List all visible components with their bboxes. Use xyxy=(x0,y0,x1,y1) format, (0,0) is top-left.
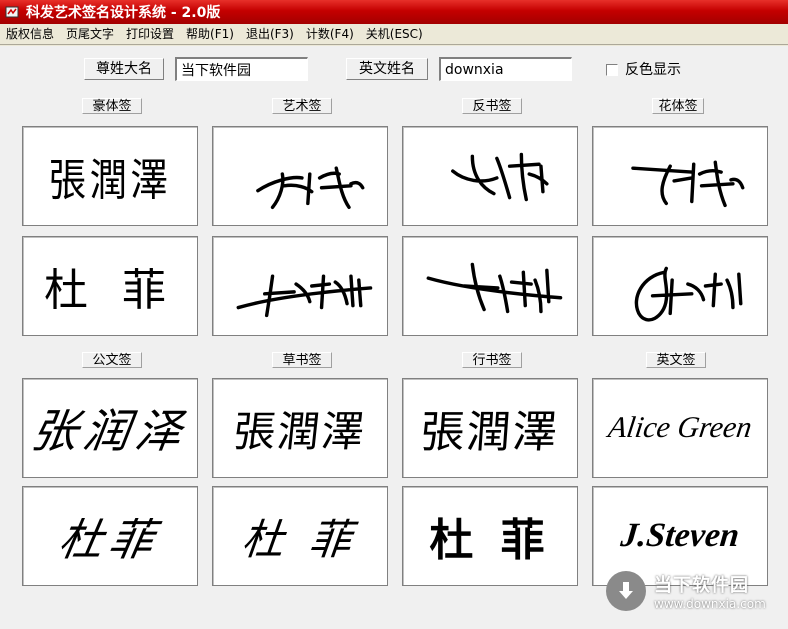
signature-yishu-2[interactable] xyxy=(212,236,388,336)
download-arrow-icon xyxy=(606,571,646,611)
chinese-name-label: 尊姓大名 xyxy=(84,58,164,80)
signature-fanshu-2[interactable] xyxy=(402,236,578,336)
menu-print-settings[interactable]: 打印设置 xyxy=(120,24,180,45)
signature-text: 張潤澤 xyxy=(418,407,561,458)
signature-text: 张润泽 xyxy=(27,404,192,458)
signature-text: 張潤澤 xyxy=(48,155,172,206)
category-label-huati: 花体签 xyxy=(652,98,704,114)
invert-color-label: 反色显示 xyxy=(625,62,681,78)
signature-stroke-image xyxy=(451,152,549,202)
signature-xingshu-1[interactable]: 張潤澤 xyxy=(402,378,578,478)
signature-huati-1[interactable] xyxy=(592,126,768,226)
signature-caoshu-1[interactable]: 張潤澤 xyxy=(212,378,388,478)
signature-huati-2[interactable] xyxy=(592,236,768,336)
menu-bar: 版权信息 页尾文字 打印设置 帮助(F1) 退出(F3) 计数(F4) 关机(E… xyxy=(0,24,788,45)
signature-text: 杜 菲 xyxy=(44,265,176,316)
category-label-gongwen: 公文签 xyxy=(82,352,142,368)
signature-stroke-image xyxy=(426,262,563,314)
menu-count[interactable]: 计数(F4) xyxy=(300,24,360,45)
watermark-title: 当下软件园 xyxy=(654,575,749,596)
signature-text: 杜菲 xyxy=(54,515,164,566)
signature-stroke-image xyxy=(634,266,743,322)
signature-text: 杜 菲 xyxy=(239,514,360,564)
signature-stroke-image xyxy=(256,166,365,210)
category-label-yishu: 艺术签 xyxy=(272,98,332,114)
signature-xingshu-2[interactable]: 杜 菲 xyxy=(402,486,578,586)
signature-haoti-1[interactable]: 張潤澤 xyxy=(22,126,198,226)
signature-text: 杜 菲 xyxy=(429,515,551,566)
menu-exit[interactable]: 退出(F3) xyxy=(240,24,300,45)
signature-stroke-image xyxy=(236,274,373,318)
signature-gongwen-2[interactable]: 杜菲 xyxy=(22,486,198,586)
invert-color-checkbox[interactable] xyxy=(606,64,618,76)
signature-stroke-image xyxy=(631,160,745,208)
title-bar[interactable]: 科发艺术签名设计系统 - 2.0版 xyxy=(0,0,788,24)
category-label-xingshu: 行书签 xyxy=(462,352,522,368)
signature-yingwen-1[interactable]: Alice Green xyxy=(592,378,768,478)
category-label-fanshu: 反书签 xyxy=(462,98,522,114)
signature-fanshu-1[interactable] xyxy=(402,126,578,226)
menu-footer-text[interactable]: 页尾文字 xyxy=(60,24,120,45)
signature-caoshu-2[interactable]: 杜 菲 xyxy=(212,486,388,586)
watermark-url: www.downxia.com xyxy=(654,597,766,611)
window-title: 科发艺术签名设计系统 - 2.0版 xyxy=(26,5,221,21)
menu-help[interactable]: 帮助(F1) xyxy=(180,24,240,45)
signature-text: 張潤澤 xyxy=(231,406,369,456)
category-label-yingwen: 英文签 xyxy=(646,352,706,368)
menu-shutdown[interactable]: 关机(ESC) xyxy=(360,24,429,45)
english-name-label: 英文姓名 xyxy=(346,58,428,80)
signature-gongwen-1[interactable]: 张润泽 xyxy=(22,378,198,478)
app-icon xyxy=(5,6,19,18)
chinese-name-input[interactable] xyxy=(175,57,308,81)
english-name-input[interactable] xyxy=(439,57,572,81)
signature-text: Alice Green xyxy=(606,411,754,444)
signature-haoti-2[interactable]: 杜 菲 xyxy=(22,236,198,336)
main-panel: 尊姓大名 英文姓名 反色显示 豪体签 艺术签 反书签 花体签 張潤澤 杜 菲 xyxy=(0,46,788,629)
category-label-haoti: 豪体签 xyxy=(82,98,142,114)
signature-yishu-1[interactable] xyxy=(212,126,388,226)
category-label-caoshu: 草书签 xyxy=(272,352,332,368)
menu-copyright[interactable]: 版权信息 xyxy=(0,24,60,45)
site-watermark: 当下软件园 www.downxia.com xyxy=(606,566,784,616)
